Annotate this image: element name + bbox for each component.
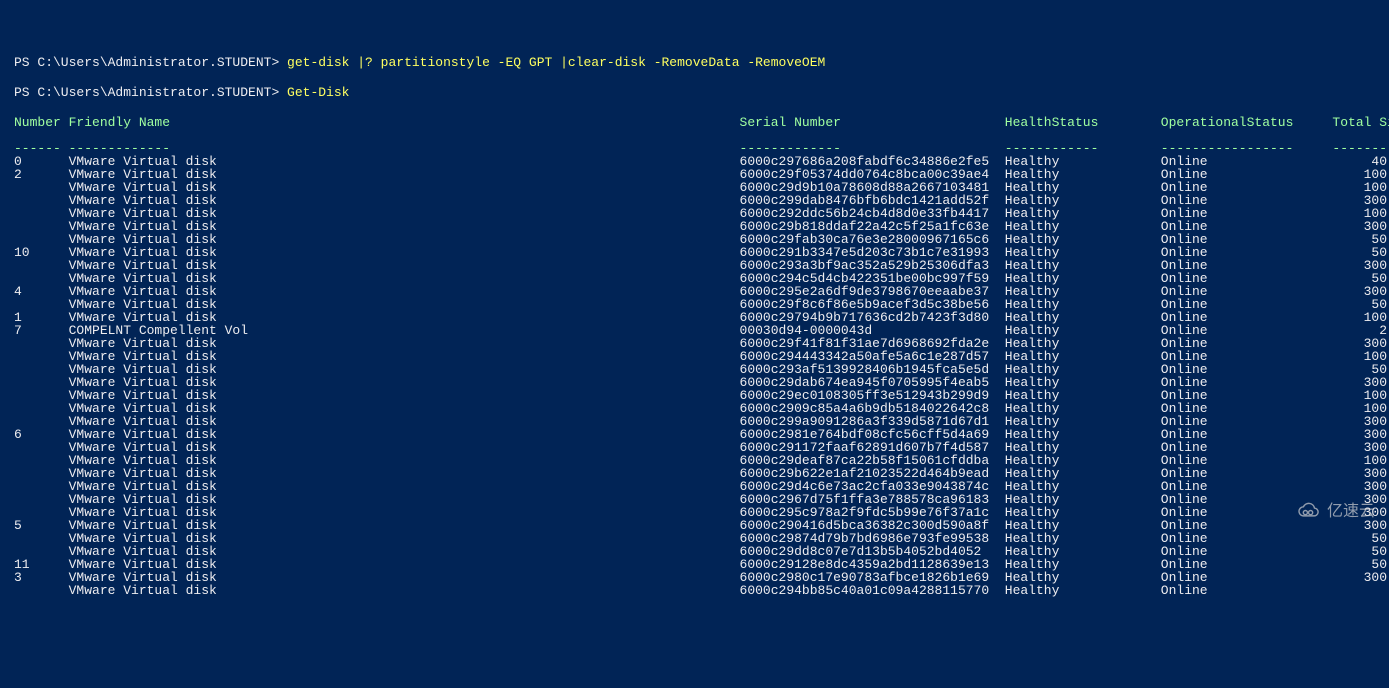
table-row: 3 VMware Virtual disk 6000c2980c17e90783… (14, 571, 1389, 584)
powershell-terminal[interactable]: PS C:\Users\Administrator.STUDENT> get-d… (14, 56, 1389, 597)
table-row: VMware Virtual disk 6000c294bb85c40a01c0… (14, 584, 1389, 597)
command-text: get-disk |? partitionstyle -EQ GPT |clea… (287, 55, 825, 70)
ps-prompt: PS C:\Users\Administrator.STUDENT> (14, 85, 287, 100)
command-line: PS C:\Users\Administrator.STUDENT> get-d… (14, 56, 1389, 69)
command-line: PS C:\Users\Administrator.STUDENT> Get-D… (14, 86, 1389, 99)
command-text: Get-Disk (287, 85, 349, 100)
table-row: 11 VMware Virtual disk 6000c29128e8dc435… (14, 558, 1389, 571)
ps-prompt: PS C:\Users\Administrator.STUDENT> (14, 55, 287, 70)
